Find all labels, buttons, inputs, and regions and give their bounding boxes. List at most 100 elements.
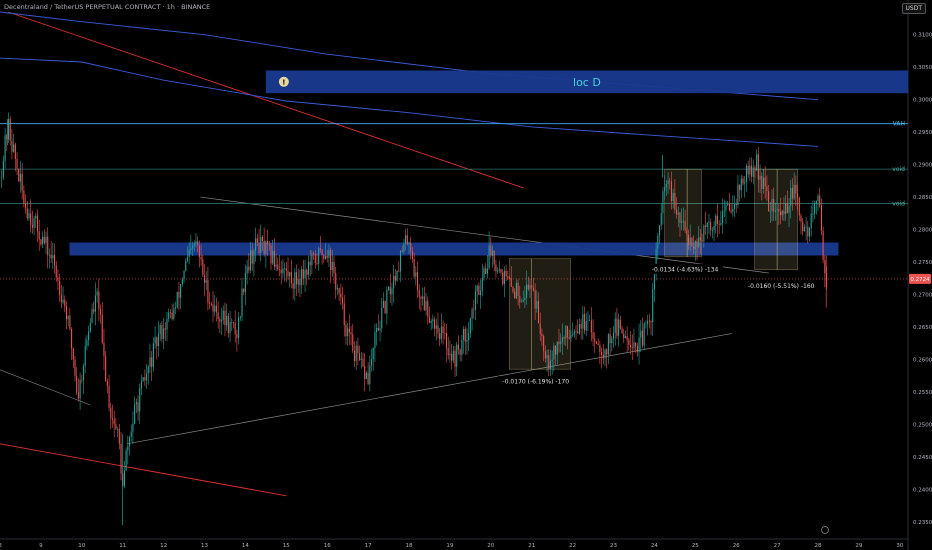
candle-body	[681, 221, 683, 223]
candle-body	[783, 210, 785, 215]
candle-body	[751, 165, 753, 177]
candle-body	[93, 309, 95, 312]
x-tick-label: 16	[324, 543, 331, 549]
candle-body	[151, 357, 153, 367]
candle-body	[408, 242, 410, 245]
candle-body	[445, 333, 448, 349]
candle-body	[31, 224, 33, 228]
candle-body	[733, 203, 736, 210]
candle-body	[420, 296, 422, 299]
currency-button[interactable]: USDT	[901, 3, 926, 14]
candle-body	[166, 318, 168, 330]
candle-body	[289, 272, 291, 277]
candle-body	[515, 282, 517, 299]
candle-body	[539, 323, 541, 334]
candle-body	[630, 344, 632, 348]
candle-body	[607, 334, 609, 355]
candle-body	[210, 304, 212, 305]
candle-body	[258, 242, 260, 253]
candle-body	[759, 175, 761, 180]
candle-body	[423, 296, 425, 311]
candlestick-chart[interactable]: 0.3100 0.3050 0.3000 0.2950 0.2900 0.2850 0.28…	[0, 0, 932, 550]
candle-body	[220, 319, 223, 322]
candle-body	[631, 347, 633, 348]
candle-body	[399, 250, 402, 272]
candle-body	[635, 342, 637, 347]
candle-body	[766, 186, 768, 192]
candle-body	[273, 250, 275, 267]
candle-body	[231, 322, 233, 323]
candle-body	[244, 273, 246, 293]
candle-body	[815, 201, 817, 204]
candle-body	[21, 173, 23, 191]
candle-body	[234, 322, 236, 335]
candle-body	[740, 178, 742, 191]
candle-body	[350, 332, 352, 335]
measure-box	[686, 168, 702, 258]
x-tick-label: 20	[487, 543, 494, 549]
candle-body	[147, 366, 149, 374]
candle-body	[459, 349, 461, 355]
candle-body	[86, 340, 88, 347]
candle-body	[583, 314, 586, 331]
candle-body	[580, 324, 582, 329]
candle-body	[215, 305, 217, 313]
candle-body	[40, 239, 42, 245]
candle-body	[549, 360, 552, 369]
y-tick-label: 0.2400	[913, 487, 932, 493]
candle-body	[466, 340, 468, 342]
candle-body	[548, 355, 550, 369]
candle-body	[207, 280, 209, 303]
candle-body	[703, 225, 705, 242]
candle-body	[773, 199, 775, 212]
candle-body	[612, 332, 615, 339]
candle-body	[297, 279, 299, 285]
candle-body	[243, 288, 245, 293]
candle-body	[94, 295, 96, 312]
candle-body	[418, 290, 420, 297]
candle-body	[386, 290, 388, 314]
candle-body	[537, 301, 540, 324]
candle-body	[687, 234, 690, 246]
candle-body	[2, 160, 4, 178]
candle-body	[737, 184, 739, 206]
candle-body	[159, 325, 161, 335]
candle-body	[272, 250, 274, 264]
candle-body	[628, 339, 630, 345]
candle-body	[727, 203, 729, 205]
candle-body	[67, 315, 69, 320]
candle-body	[127, 446, 129, 451]
candle-body	[345, 324, 347, 337]
candle-body	[277, 264, 279, 270]
candle-body	[439, 333, 441, 340]
y-tick-label: 0.3000	[913, 98, 932, 104]
candle-body	[157, 334, 160, 347]
candle-body	[347, 328, 349, 337]
candle-body	[633, 342, 635, 348]
chart-window: 0.3100 0.3050 0.3000 0.2950 0.2900 0.2850 0.28…	[0, 0, 932, 550]
candle-body	[422, 296, 424, 299]
y-tick-label: 0.2450	[913, 455, 932, 461]
candle-body	[428, 316, 431, 323]
candle-body	[328, 249, 330, 258]
candle-body	[444, 333, 446, 334]
x-tick-label: 14	[242, 543, 249, 549]
x-tick-label: 27	[774, 543, 781, 549]
candle-body	[614, 318, 616, 333]
candle-body	[814, 203, 816, 214]
candle-body	[301, 269, 303, 286]
candle-body	[520, 301, 523, 303]
candle-body	[261, 237, 263, 241]
candle-body	[648, 320, 650, 322]
candle-body	[519, 295, 521, 303]
candle-body	[256, 238, 258, 243]
last-price-value: 0.2724	[910, 277, 930, 283]
candle-body	[125, 450, 127, 471]
candle-body	[674, 192, 676, 210]
candle-body	[667, 180, 669, 184]
candle-body	[263, 240, 265, 255]
candle-body	[193, 243, 195, 246]
candle-body	[265, 241, 267, 255]
candle-body	[26, 208, 28, 219]
candle-body	[142, 377, 144, 382]
